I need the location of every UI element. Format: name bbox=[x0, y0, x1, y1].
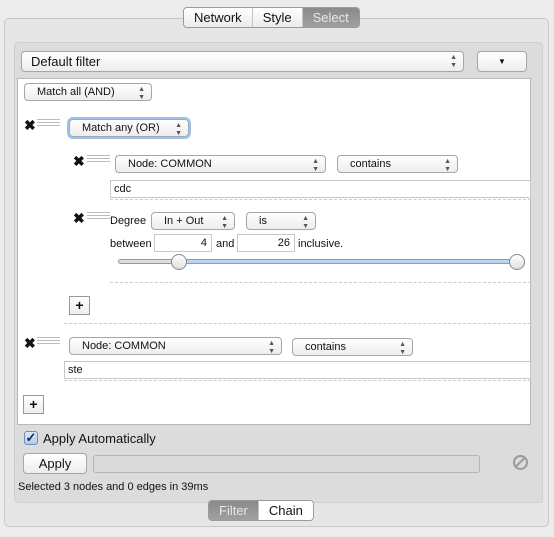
min-input[interactable]: 4 bbox=[154, 234, 212, 252]
operator-value: contains bbox=[305, 341, 346, 353]
cancel-icon[interactable] bbox=[513, 455, 528, 470]
updown-arrow-icon: ▲ ▼ bbox=[302, 215, 309, 230]
apply-button[interactable]: Apply bbox=[23, 453, 87, 474]
apply-automatically-checkbox[interactable]: ✓ bbox=[24, 431, 38, 445]
tab-select[interactable]: Select bbox=[302, 8, 359, 27]
checkmark-icon: ✓ bbox=[25, 430, 37, 445]
operator-select[interactable]: contains ▲ ▼ bbox=[337, 155, 458, 173]
divider bbox=[64, 323, 531, 324]
degree-operator-value: is bbox=[259, 215, 267, 227]
drag-handle-icon[interactable] bbox=[37, 119, 60, 126]
degree-slider-range bbox=[179, 259, 517, 264]
divider bbox=[110, 199, 531, 200]
divider bbox=[110, 282, 531, 283]
column-select[interactable]: Node: COMMON ▲ ▼ bbox=[69, 337, 282, 355]
value-input[interactable]: ste bbox=[64, 361, 531, 379]
updown-arrow-icon: ▲ ▼ bbox=[175, 122, 182, 137]
updown-arrow-icon: ▲ ▼ bbox=[450, 54, 457, 69]
status-text: Selected 3 nodes and 0 edges in 39ms bbox=[18, 481, 209, 493]
column-value: Node: COMMON bbox=[82, 340, 166, 352]
direction-select[interactable]: In + Out ▲ ▼ bbox=[151, 212, 235, 230]
filter-select-value: Default filter bbox=[31, 54, 101, 69]
column-select[interactable]: Node: COMMON ▲ ▼ bbox=[115, 155, 326, 173]
apply-automatically-label: Apply Automatically bbox=[43, 431, 156, 446]
filter-menu-button[interactable]: ▼ bbox=[477, 51, 527, 72]
value-input[interactable]: cdc bbox=[110, 180, 531, 198]
bottom-tab-bar: Filter Chain bbox=[208, 500, 314, 521]
group-match-select[interactable]: Match any (OR) ▲ ▼ bbox=[69, 119, 189, 137]
remove-condition-icon[interactable]: ✖ bbox=[24, 336, 36, 350]
group-match-value: Match any (OR) bbox=[82, 122, 160, 134]
and-label: and bbox=[216, 238, 235, 250]
add-condition-button[interactable]: + bbox=[69, 296, 90, 315]
root-match-select[interactable]: Match all (AND) ▲ ▼ bbox=[24, 83, 152, 101]
updown-arrow-icon: ▲ ▼ bbox=[268, 340, 275, 355]
drag-handle-icon[interactable] bbox=[87, 155, 110, 162]
updown-arrow-icon: ▲ ▼ bbox=[138, 86, 145, 101]
drag-handle-icon[interactable] bbox=[37, 337, 60, 344]
inclusive-label: inclusive. bbox=[298, 238, 344, 250]
remove-condition-icon[interactable]: ✖ bbox=[73, 154, 85, 168]
max-input[interactable]: 26 bbox=[237, 234, 295, 252]
between-label: between bbox=[110, 238, 152, 250]
column-value: Node: COMMON bbox=[128, 158, 212, 170]
tab-chain[interactable]: Chain bbox=[258, 501, 313, 520]
tab-network[interactable]: Network bbox=[184, 8, 253, 27]
divider bbox=[64, 380, 531, 381]
triangle-down-icon: ▼ bbox=[498, 57, 506, 66]
remove-condition-icon[interactable]: ✖ bbox=[73, 211, 85, 225]
tab-filter[interactable]: Filter bbox=[209, 501, 259, 520]
updown-arrow-icon: ▲ ▼ bbox=[312, 158, 319, 173]
remove-group-icon[interactable]: ✖ bbox=[24, 118, 36, 132]
direction-value: In + Out bbox=[164, 215, 204, 227]
filter-select[interactable]: Default filter ▲ ▼ bbox=[21, 51, 464, 72]
updown-arrow-icon: ▲ ▼ bbox=[399, 341, 406, 356]
top-tab-bar: Network Style Select bbox=[183, 7, 360, 28]
updown-arrow-icon: ▲ ▼ bbox=[444, 158, 451, 173]
updown-arrow-icon: ▲ ▼ bbox=[221, 215, 228, 230]
slider-high-thumb[interactable] bbox=[509, 254, 525, 270]
operator-value: contains bbox=[350, 158, 391, 170]
add-condition-button[interactable]: + bbox=[23, 395, 44, 414]
degree-label: Degree bbox=[110, 215, 147, 227]
root-match-value: Match all (AND) bbox=[37, 86, 115, 98]
operator-select[interactable]: contains ▲ ▼ bbox=[292, 338, 413, 356]
tab-style[interactable]: Style bbox=[253, 8, 303, 27]
drag-handle-icon[interactable] bbox=[87, 212, 110, 219]
degree-operator-select[interactable]: is ▲ ▼ bbox=[246, 212, 316, 230]
progress-bar bbox=[93, 455, 480, 473]
